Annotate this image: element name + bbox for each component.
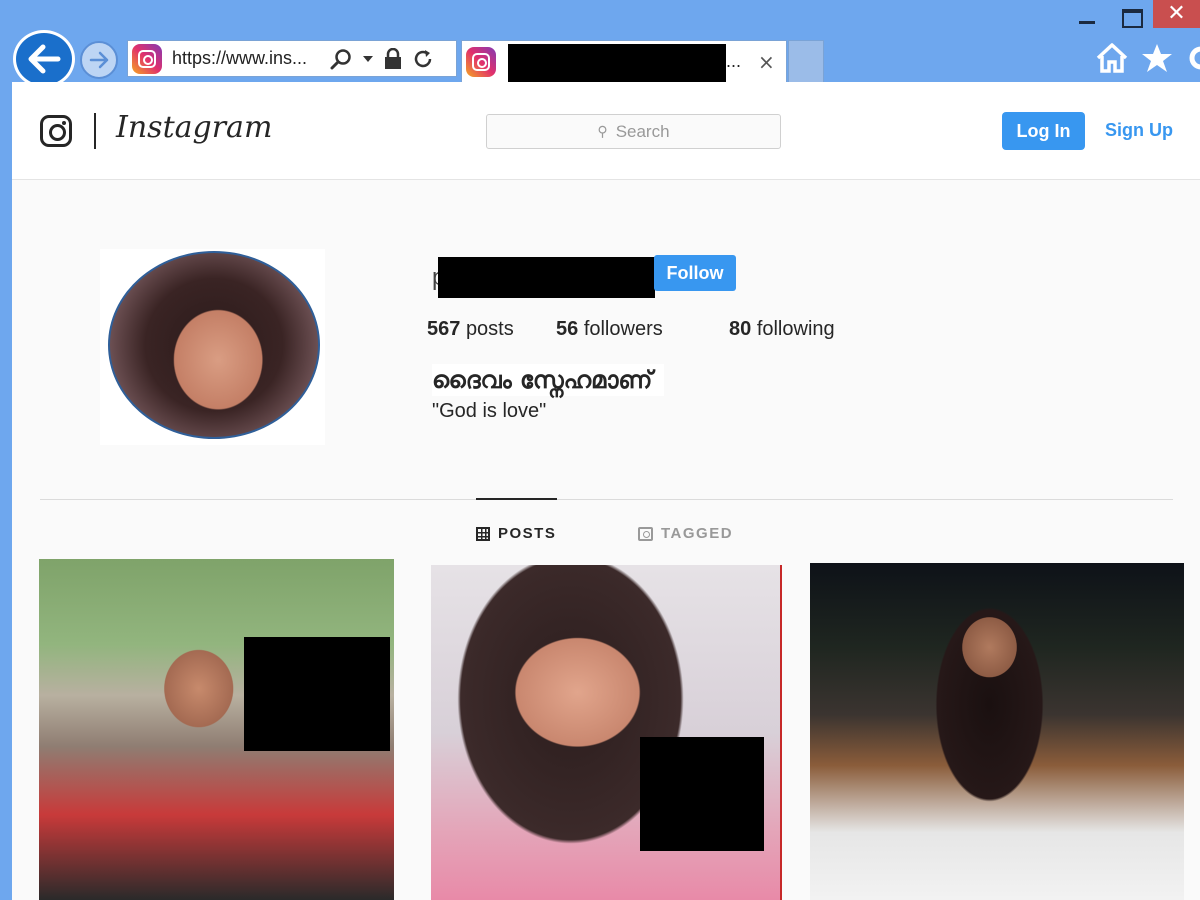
redaction-block (244, 637, 390, 751)
maximize-button[interactable] (1116, 4, 1144, 28)
minimize-button[interactable] (1073, 4, 1101, 28)
tab-close-button[interactable]: × (758, 50, 775, 74)
address-url[interactable]: https://www.ins... (172, 48, 324, 69)
search-icon: ⚲ (597, 123, 608, 140)
dropdown-caret-icon[interactable] (362, 55, 374, 63)
arrow-left-icon (28, 44, 61, 74)
active-tab-indicator (476, 498, 557, 500)
followers-stat[interactable]: 56 followers (556, 318, 663, 341)
arrow-right-icon (89, 51, 109, 69)
favorites-star-icon[interactable] (1141, 43, 1173, 73)
instagram-camera-icon[interactable] (40, 115, 72, 147)
search-icon[interactable] (330, 48, 352, 70)
login-button[interactable]: Log In (1002, 112, 1085, 150)
site-header: Instagram ⚲ Search Log In Sign Up (12, 82, 1200, 180)
search-placeholder: Search (615, 121, 670, 141)
following-count: 80 (729, 318, 752, 340)
close-window-button[interactable]: ✕ (1153, 0, 1200, 28)
home-icon[interactable] (1095, 42, 1129, 74)
content-divider (40, 499, 1173, 500)
following-label: following (756, 318, 835, 340)
tab-posts-label: POSTS (498, 525, 557, 542)
followers-count: 56 (556, 318, 579, 340)
instagram-wordmark[interactable]: Instagram (116, 110, 272, 145)
redaction-block (640, 737, 764, 851)
logo-divider (94, 113, 96, 149)
grid-icon (476, 526, 490, 541)
posts-count: 567 (427, 318, 461, 340)
posts-label: posts (465, 318, 514, 340)
new-tab-button[interactable] (788, 40, 824, 82)
instagram-favicon-icon (466, 46, 496, 77)
followers-label: followers (583, 318, 663, 340)
back-button[interactable] (13, 30, 75, 88)
redaction-block (438, 257, 655, 298)
following-stat[interactable]: 80 following (729, 318, 835, 341)
profile-bio: "God is love" (432, 400, 547, 422)
tab-posts[interactable]: POSTS (476, 525, 556, 542)
post-thumbnail[interactable] (39, 559, 394, 900)
follow-button[interactable]: Follow (654, 255, 736, 291)
refresh-icon[interactable] (412, 48, 434, 70)
search-input[interactable]: ⚲ Search (486, 114, 781, 149)
profile-full-name: ദൈവം സ്നേഹമാണ് (432, 364, 665, 396)
post-thumbnail[interactable] (431, 565, 782, 900)
posts-stat: 567 posts (427, 318, 514, 341)
address-bar[interactable]: https://www.ins... (127, 40, 457, 77)
profile-avatar (108, 251, 320, 439)
browser-chrome: ✕ https://www.ins... in... × (0, 0, 1200, 88)
signup-link[interactable]: Sign Up (1105, 120, 1173, 141)
tab-tagged-label: TAGGED (661, 525, 734, 542)
settings-gear-icon[interactable] (1185, 42, 1200, 74)
profile-avatar-container (100, 249, 325, 445)
forward-button[interactable] (80, 41, 118, 79)
tab-tagged[interactable]: TAGGED (638, 525, 733, 542)
lock-icon[interactable] (384, 47, 402, 70)
instagram-favicon-icon (132, 43, 162, 74)
redaction-block (508, 44, 726, 86)
post-thumbnail[interactable] (810, 563, 1184, 900)
tagged-icon (638, 526, 653, 541)
instagram-page: Instagram ⚲ Search Log In Sign Up p Foll… (12, 82, 1200, 900)
